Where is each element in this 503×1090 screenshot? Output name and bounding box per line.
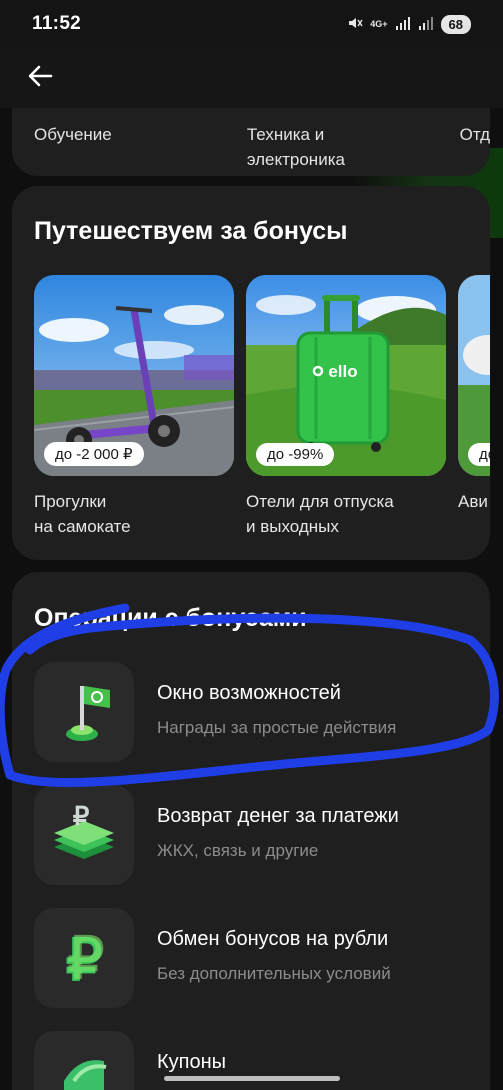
app-bar [0,48,503,108]
suitcase-image: ello до -99% [246,275,446,476]
signal-icon-2 [418,16,434,33]
operation-exchange[interactable]: ₽ ₽ Обмен бонусов на рубли Без дополните… [34,908,484,1008]
tile-caption: Ави [458,492,488,511]
travel-tiles[interactable]: до -2 000 ₽ Прогулки на самокате ello до… [34,275,490,545]
svg-text:₽: ₽ [68,926,105,991]
coupon-icon [34,1031,134,1090]
operation-title: Купоны [157,1051,227,1073]
operation-subtitle: Награды за простые действия [157,718,397,737]
discount-badge: до -99% [256,443,335,466]
category-item[interactable]: Обучение [34,122,247,172]
travel-tile-scooter[interactable]: до -2 000 ₽ Прогулки на самокате [34,275,234,545]
category-item[interactable]: Техника и электроника [247,122,460,172]
mute-icon [347,15,363,34]
operations-card: Операции с бонусами Окно возможностей На… [12,572,490,1090]
category-item[interactable]: Отд [460,122,490,172]
operation-title: Обмен бонусов на рубли [157,928,389,950]
plane-image: до [458,275,490,476]
discount-badge: до -2 000 ₽ [44,442,144,466]
operation-title: Окно возможностей [157,682,341,704]
operations-section-title: Операции с бонусами [34,604,307,632]
arrow-left-icon [27,63,53,94]
travel-card: Путешествуем за бонусы до -2 000 ₽ Прогу… [12,186,490,560]
status-bar: 11:52 4G+ 68 [0,0,503,48]
category-label: Обучение [34,125,112,144]
signal-icon [395,16,411,33]
suitcase-logo: ello [328,362,357,381]
operation-title: Возврат денег за платежи [157,805,399,827]
travel-tile-hotels[interactable]: ello до -99% Отели для отпуска и выходны… [246,275,446,545]
scroll-content[interactable]: Обучение Техника и электроника Отд Путеш… [0,48,503,1090]
battery-icon: 68 [440,14,471,34]
operation-subtitle: ЖКХ, связь и другие [157,841,319,860]
home-indicator[interactable] [164,1076,340,1081]
back-button[interactable] [18,56,62,100]
category-label: Техника и электроника [246,125,345,169]
operation-subtitle: Без дополнительных условий [157,964,391,983]
ruble-layers-icon: ₽ [34,785,134,885]
operation-opportunities[interactable]: Окно возможностей Награды за простые дей… [34,662,484,762]
tile-caption: Отели для отпуска и выходных [246,492,394,536]
operation-cashback[interactable]: ₽ Возврат денег за платежи ЖКХ, связь и … [34,785,484,885]
travel-section-title: Путешествуем за бонусы [34,217,348,245]
scooter-image: до -2 000 ₽ [34,275,234,476]
categories-row: Обучение Техника и электроника Отд [34,122,490,172]
network-label: 4G+ [370,18,388,29]
discount-badge: до [468,443,490,466]
status-time: 11:52 [32,13,82,34]
category-label: Отд [459,125,490,144]
flag-icon [34,662,134,762]
operation-coupons[interactable]: Купоны [34,1031,484,1090]
ruble-icon: ₽ ₽ [34,908,134,1008]
travel-tile-flights[interactable]: до Ави [458,275,490,545]
svg-text:₽: ₽ [73,801,90,831]
tile-caption: Прогулки на самокате [34,492,131,536]
status-icons: 4G+ 68 [347,14,471,34]
